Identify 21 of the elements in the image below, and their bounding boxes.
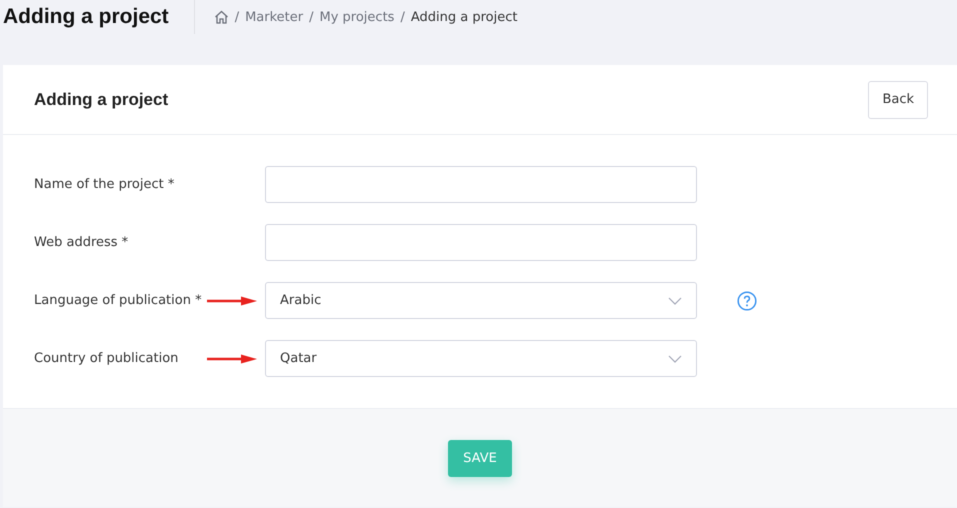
field-label: Language of publication * [34, 293, 202, 308]
input-field[interactable] [265, 224, 697, 261]
page-title: Adding a project [0, 0, 195, 34]
field-label: Country of publication [34, 351, 178, 366]
card-title: Adding a project [34, 90, 168, 110]
select-field[interactable]: Arabic [265, 282, 697, 319]
help-icon[interactable] [737, 290, 757, 310]
chevron-icon [668, 296, 682, 304]
breadcrumb-link[interactable]: Adding a project [410, 10, 518, 24]
field-label: Web address * [34, 235, 128, 250]
back-button[interactable]: Back [868, 80, 928, 118]
breadcrumb-link[interactable]: My projects [320, 10, 394, 24]
home-icon[interactable] [214, 10, 229, 24]
breadcrumb-separator: / [400, 10, 405, 24]
breadcrumb-link[interactable]: Marketer [245, 10, 304, 24]
input-field[interactable] [265, 166, 697, 203]
select-field[interactable]: Qatar [265, 340, 697, 377]
breadcrumb-separator: / [309, 10, 314, 24]
field-label: Name of the project * [34, 177, 174, 192]
breadcrumb-separator: / [234, 10, 240, 24]
chevron-icon [668, 354, 682, 362]
